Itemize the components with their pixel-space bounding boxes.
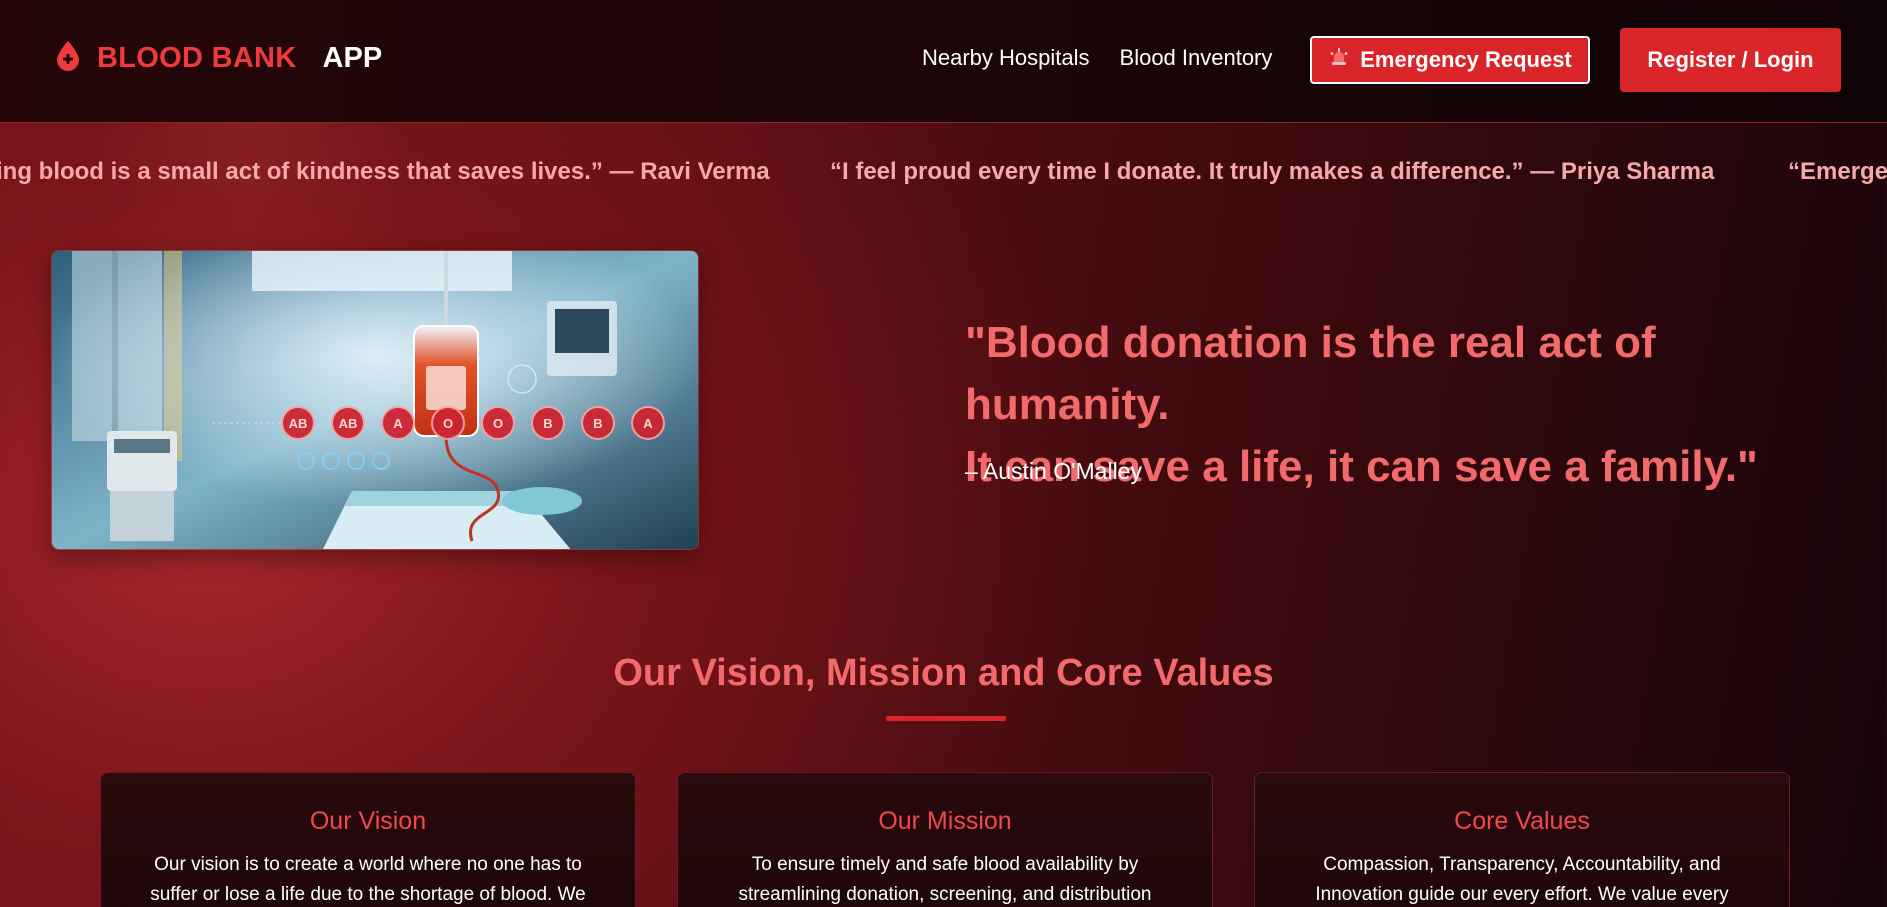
hud-group-label: A	[393, 416, 403, 431]
register-login-button[interactable]: Register / Login	[1620, 28, 1841, 92]
testimonial-ticker: ing blood is a small act of kindness tha…	[0, 150, 1887, 200]
hero-quote-line: "Blood donation is the real act of human…	[965, 318, 1656, 429]
card-title: Core Values	[1454, 807, 1590, 835]
brand-logo[interactable]: BLOOD BANK APP	[54, 40, 382, 77]
mission-card: Our Mission To ensure timely and safe bl…	[677, 772, 1213, 907]
emergency-request-button[interactable]: Emergency Request	[1310, 36, 1590, 84]
ticker-item: ing blood is a small act of kindness tha…	[0, 158, 770, 185]
nav-link-nearby-hospitals[interactable]: Nearby Hospitals	[922, 45, 1090, 71]
ticker-item: “Emerge	[1788, 158, 1887, 185]
section-title-underline	[886, 716, 1006, 721]
card-title: Our Mission	[878, 807, 1012, 835]
navbar: BLOOD BANK APP Nearby Hospitals Blood In…	[0, 0, 1887, 123]
hero-image: AB AB A O O B B A	[51, 250, 699, 550]
hero-quote-author: – Austin O'Malley	[965, 458, 1142, 484]
card-body: To ensure timely and safe blood availabi…	[738, 854, 1152, 905]
siren-icon	[1328, 46, 1350, 74]
ticker-item: “I feel proud every time I donate. It tr…	[830, 158, 1715, 185]
nav-links: Nearby Hospitals Blood Inventory	[922, 45, 1272, 71]
emergency-request-label: Emergency Request	[1360, 47, 1572, 72]
blood-drop-icon	[54, 40, 82, 77]
brand-name: BLOOD BANK	[97, 42, 297, 74]
hud-group-label: B	[593, 416, 602, 431]
hud-group-label: AB	[289, 416, 308, 431]
section-title: Our Vision, Mission and Core Values	[613, 652, 1274, 694]
vision-card: Our Vision Our vision is to create a wor…	[100, 772, 636, 907]
brand-app: APP	[322, 42, 383, 74]
hud-group-label: B	[543, 416, 552, 431]
hud-group-label: A	[643, 416, 653, 431]
core-values-card: Core Values Compassion, Transparency, Ac…	[1254, 772, 1790, 907]
hud-group-label: AB	[339, 416, 358, 431]
card-body: Compassion, Transparency, Accountability…	[1315, 854, 1729, 905]
nav-link-blood-inventory[interactable]: Blood Inventory	[1120, 45, 1273, 71]
card-body: Our vision is to create a world where no…	[150, 854, 586, 905]
hud-group-label: O	[493, 416, 503, 431]
hud-group-label: O	[443, 416, 453, 431]
card-title: Our Vision	[309, 807, 427, 835]
